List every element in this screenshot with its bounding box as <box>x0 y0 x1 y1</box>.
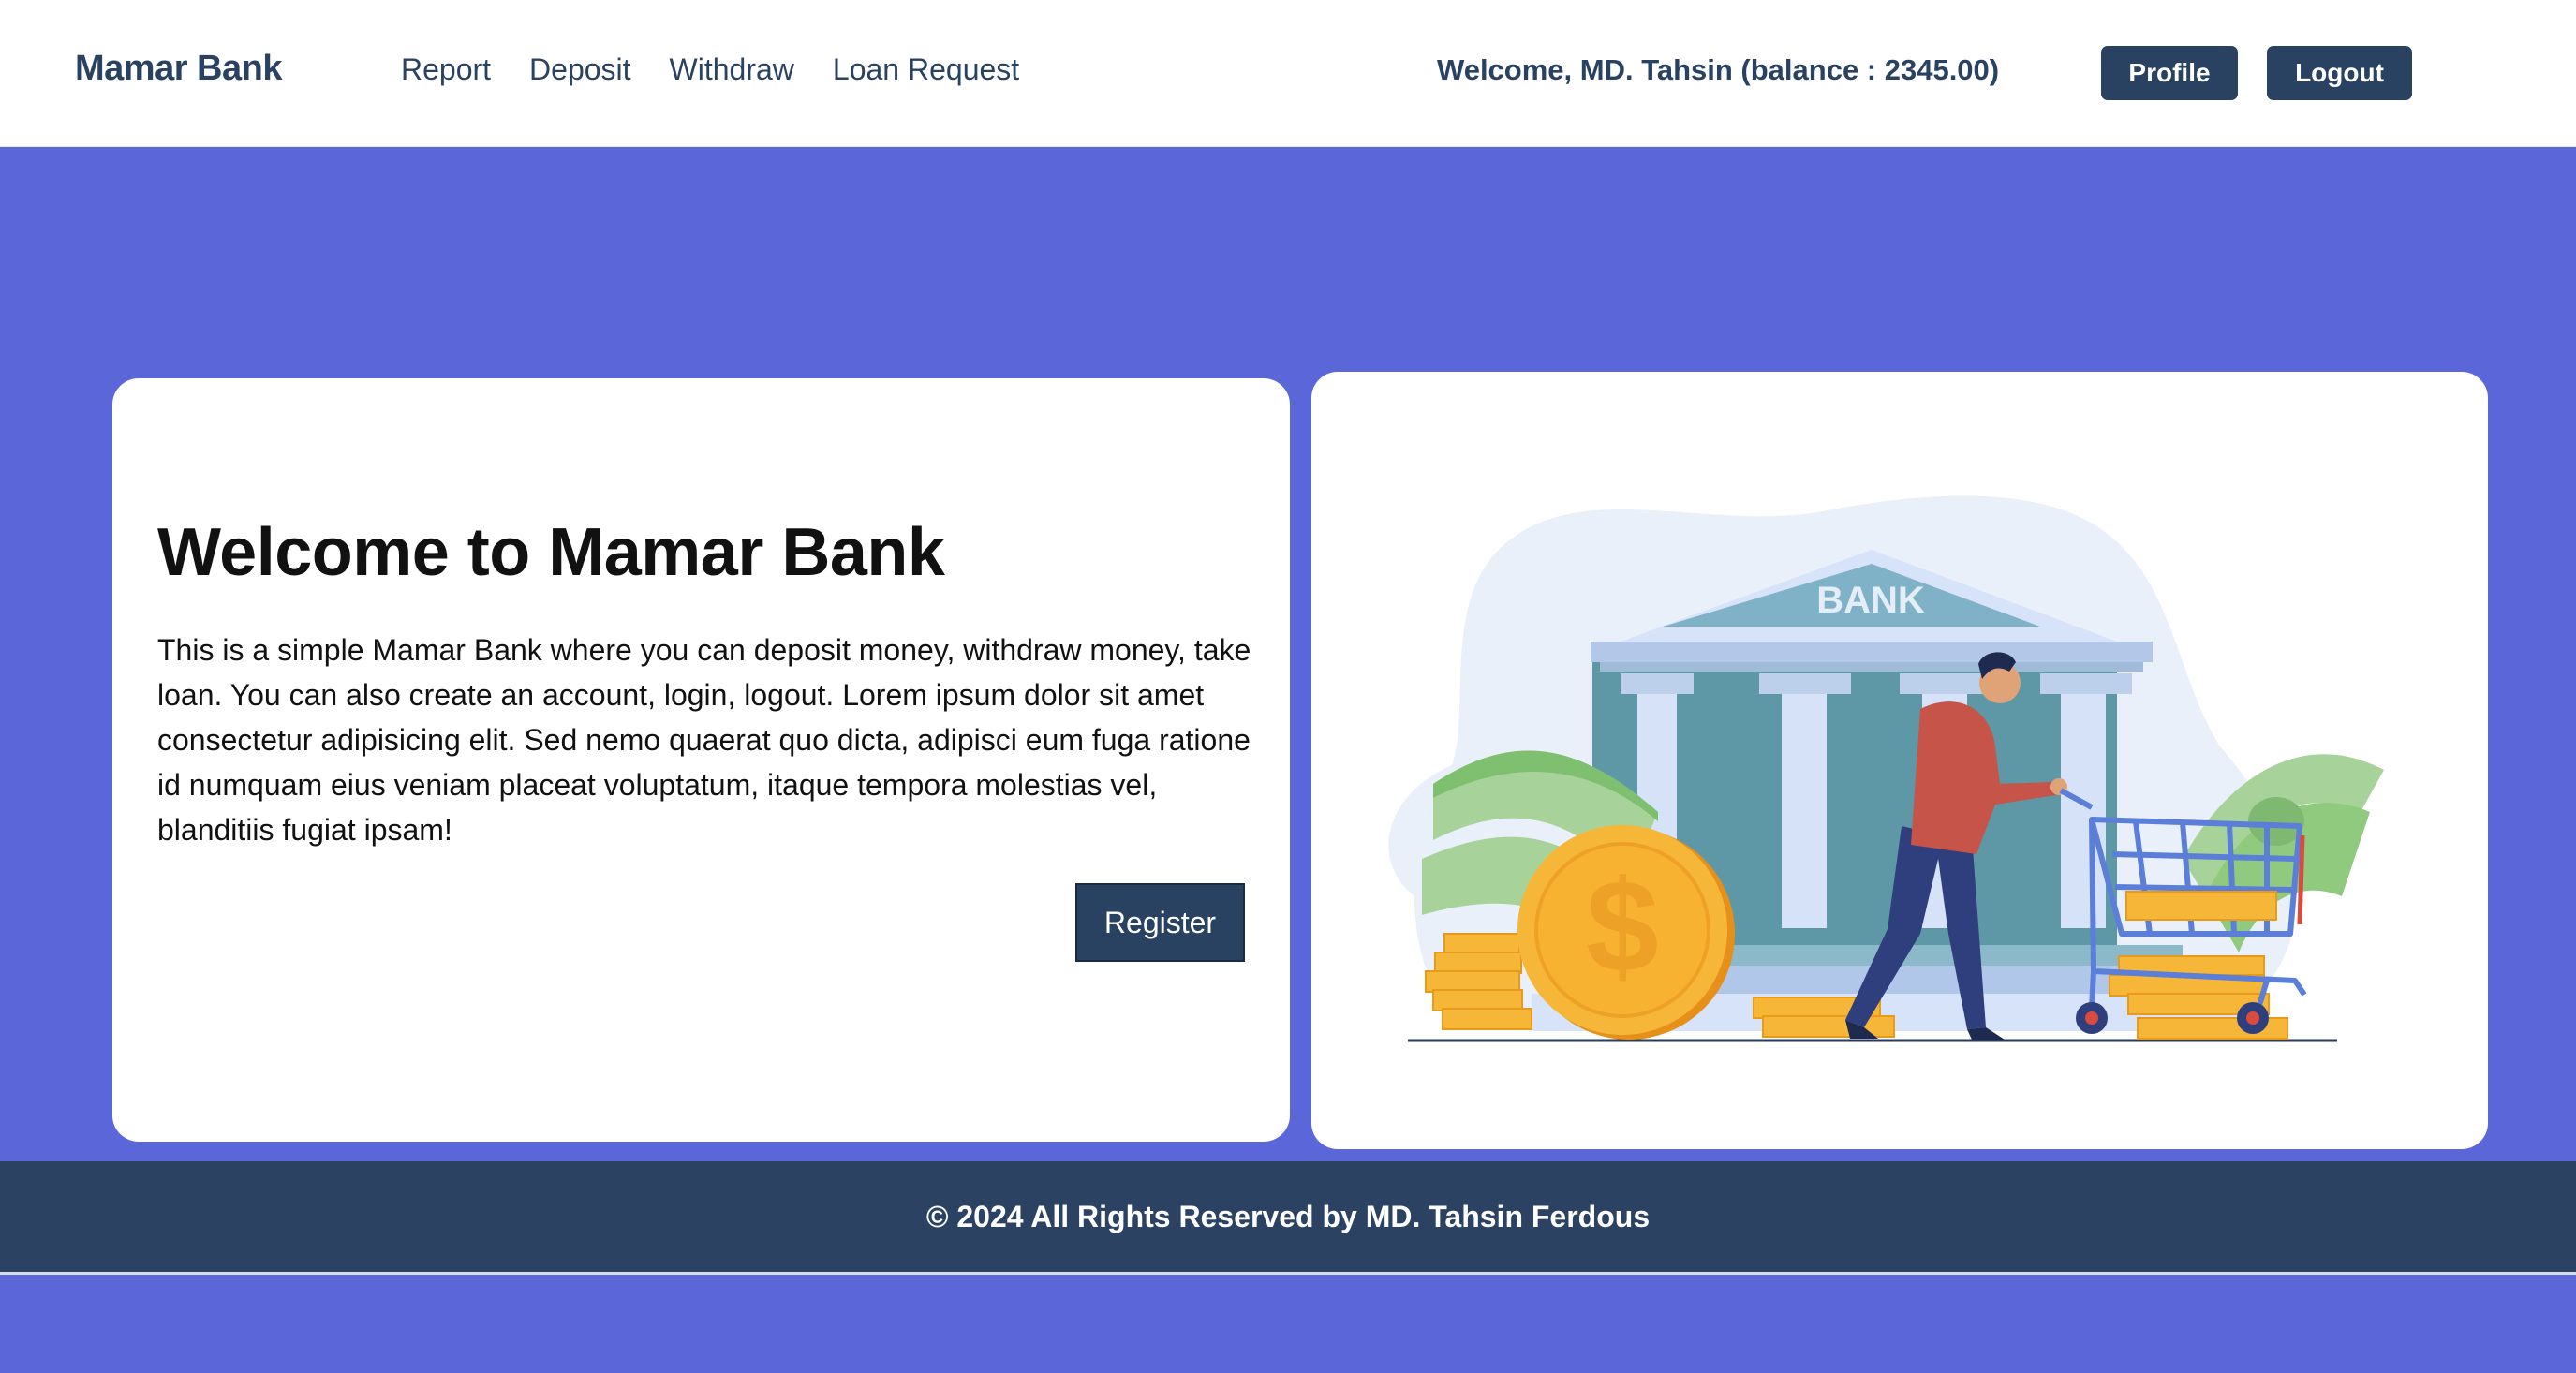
hero-title: Welcome to Mamar Bank <box>157 515 945 590</box>
footer-copyright: © 2024 All Rights Reserved by MD. Tahsin… <box>925 1199 1651 1233</box>
hero-description: This is a simple Mamar Bank where you ca… <box>157 633 1251 847</box>
footer: © 2024 All Rights Reserved by MD. Tahsin… <box>0 1161 2576 1275</box>
nav-link-loan-request[interactable]: Loan Request <box>833 52 1019 87</box>
top-navbar: Mamar Bank Report Deposit Withdraw Loan … <box>0 0 2576 147</box>
logout-button[interactable]: Logout <box>2267 46 2412 100</box>
nav-links: Report Deposit Withdraw Loan Request <box>401 52 1058 87</box>
nav-link-report[interactable]: Report <box>401 52 491 87</box>
profile-button[interactable]: Profile <box>2101 46 2238 100</box>
nav-link-withdraw[interactable]: Withdraw <box>670 52 794 87</box>
nav-link-deposit[interactable]: Deposit <box>529 52 631 87</box>
cart-red-bar <box>2297 834 2305 925</box>
register-button[interactable]: Register <box>1075 883 1245 962</box>
hero-image-card: BANK $ <box>1311 372 2488 1149</box>
welcome-balance-text: Welcome, MD. Tahsin (balance : 2345.00) <box>1437 53 2000 86</box>
bank-illustration: BANK $ <box>1388 495 2384 1042</box>
brand-logo[interactable]: Mamar Bank <box>75 49 282 89</box>
coin-symbol: $ <box>1586 852 1659 999</box>
cart-gold-bars <box>2125 891 2277 921</box>
hero-text-card: Welcome to Mamar Bank This is a simple M… <box>112 378 1290 1142</box>
bank-sign-text: BANK <box>1816 580 1925 621</box>
